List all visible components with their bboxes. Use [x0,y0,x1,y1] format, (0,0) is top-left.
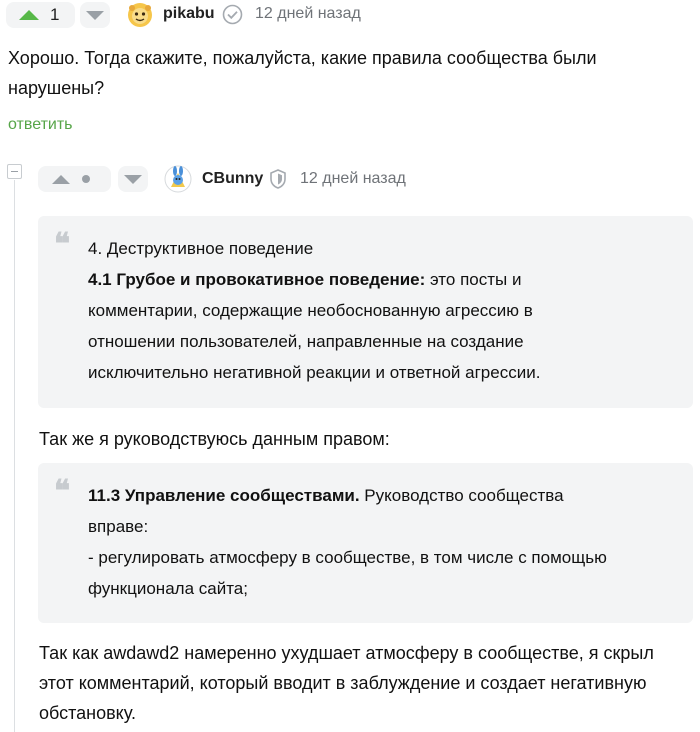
upvote-icon [52,174,70,184]
collapse-branch-button[interactable] [7,164,22,179]
quote-line-rest: Руководство сообщества [359,486,564,505]
comment-text-line: обстановку. [39,703,136,723]
quote-line: комментарии, содержащие необоснованную а… [88,301,533,320]
comment-text-line: нарушены? [8,78,105,98]
avatar[interactable] [127,2,153,28]
quote-heading: 4. Деструктивное поведение [88,239,314,258]
quote-line: - регулировать атмосферу в сообществе, в… [88,548,607,567]
comment-text-line: этот комментарий, который вводит в заблу… [39,673,647,693]
reply-link[interactable]: ответить [8,116,73,134]
rating-hidden-dot [82,175,90,183]
quote-line: исключительно негативной реакции и ответ… [88,363,541,382]
downvote-button[interactable] [118,166,148,192]
quote-line: 11.3 Управление сообществами. Руководств… [88,480,683,511]
username[interactable]: CBunny [202,170,263,188]
quote-line: 4.1 Грубое и провокативное поведение: эт… [88,264,683,295]
quote-text: 4. Деструктивное поведение 4.1 Грубое и … [88,233,683,388]
quote-block: ❝ 11.3 Управление сообществами. Руководс… [38,463,693,623]
comment-text: Так же я руководствуюсь данным правом: [39,429,390,449]
rating-count: 1 [50,5,60,24]
minus-icon [11,171,18,172]
quote-line: функционала сайта; [88,579,248,598]
branch-line [14,180,15,732]
upvote-button[interactable] [16,4,42,26]
verified-icon [222,4,243,25]
rating-block: 1 [6,2,75,28]
username[interactable]: pikabu [163,5,215,23]
quote-rule-title: 11.3 Управление сообществами. [88,486,360,505]
comment-text-line: Хорошо. Тогда скажите, пожалуйста, какие… [8,48,597,68]
downvote-icon [124,174,142,184]
quote-text: 11.3 Управление сообществами. Руководств… [88,480,683,604]
quote-line-rest: это посты и [425,270,522,289]
comment-text: Хорошо. Тогда скажите, пожалуйста, какие… [8,43,688,103]
comment-time: 12 дней назад [300,170,406,187]
quote-icon: ❝ [54,227,71,262]
downvote-button[interactable] [80,2,110,28]
avatar[interactable] [164,165,192,193]
upvote-button[interactable] [48,168,74,190]
rating-block [38,166,111,192]
quote-block: ❝ 4. Деструктивное поведение 4.1 Грубое … [38,216,693,408]
comment-text-line: Так как awdawd2 намеренно ухудшает атмос… [39,643,654,663]
quote-rule-title: 4.1 Грубое и провокативное поведение: [88,270,426,289]
comment-text: Так как awdawd2 намеренно ухудшает атмос… [39,638,699,728]
moderator-shield-icon [268,168,288,190]
comment-time: 12 дней назад [255,5,361,22]
pikabu-avatar-icon [128,3,152,27]
quote-line: вправе: [88,517,149,536]
downvote-icon [86,10,104,20]
quote-line: отношении пользователей, направленные на… [88,332,524,351]
cbunny-avatar-icon [164,165,192,193]
quote-icon: ❝ [54,474,71,509]
upvote-icon [19,10,39,20]
